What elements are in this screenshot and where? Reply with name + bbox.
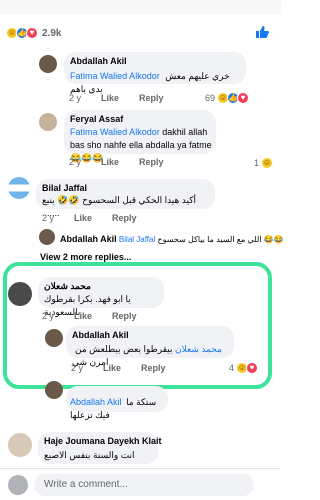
comment-actions: 2 y Like Reply	[69, 93, 184, 103]
avatar	[8, 475, 28, 495]
like-button[interactable]: Like	[74, 311, 92, 321]
reaction-count: 2.9k	[42, 27, 62, 39]
reply-button[interactable]: Reply	[139, 93, 164, 103]
top-bar: ☺ 👍 ♥ 2.9k	[0, 0, 281, 48]
like-button[interactable]: Like	[101, 157, 119, 167]
mention-link[interactable]: Fatima Walied Alkodor	[70, 71, 160, 81]
author-name[interactable]: Abdallah Akil	[70, 56, 127, 66]
comment-text: انت والسنة بنفس الاصبع	[44, 450, 135, 460]
comment-text-body: اللي مع السيد ما بياكل سحسوح 😂😂	[157, 235, 284, 244]
comment-bubble: Abdallah Akil محمد شعلان بيقرطوا بعض بيط…	[66, 326, 234, 367]
avatar[interactable]	[39, 55, 57, 73]
mention-link[interactable]: Fatima Walied Alkodor	[70, 127, 160, 137]
comment-bubble: Feryal Assaf Fatima Walied Alkodor dakhi…	[64, 110, 216, 163]
comment-input[interactable]: Write a comment...	[34, 474, 254, 496]
author-name[interactable]: Bilal Jaffal	[42, 183, 87, 193]
comment-reaction-count[interactable]: 69 ☺ 👍 ♥	[205, 92, 250, 104]
author-name[interactable]: Feryal Assaf	[70, 114, 123, 124]
reaction-count: 69	[205, 93, 216, 103]
like-icon[interactable]	[255, 26, 269, 38]
comment-time: 2 y	[42, 311, 55, 321]
author-name[interactable]: محمد شعلان	[44, 281, 91, 292]
like-button[interactable]: Like	[74, 213, 92, 223]
mention-link[interactable]: Abdallah Akil	[70, 397, 122, 407]
haha-emoji-icon: ☺	[261, 157, 274, 169]
reply-button[interactable]: Reply	[141, 363, 166, 373]
reply-button[interactable]: Reply	[139, 157, 164, 167]
avatar[interactable]	[39, 113, 57, 131]
avatar[interactable]	[8, 282, 32, 306]
avatar[interactable]	[39, 229, 55, 245]
comment-reaction-count[interactable]: 1 ☺	[254, 157, 274, 169]
comment-time: 2 y	[42, 213, 55, 223]
reaction-count: 1	[254, 158, 260, 168]
avatar[interactable]	[8, 177, 30, 199]
comment-bubble: Bilal Jaffal أكيد هيدا الحكي قبل السحسوح…	[36, 179, 215, 218]
reaction-count: 4	[229, 363, 235, 373]
avatar[interactable]	[45, 381, 63, 399]
comment-actions: 2 y Like Reply	[42, 311, 157, 321]
love-emoji-icon: ♥	[26, 27, 38, 39]
comment-composer: Write a comment...	[0, 468, 281, 500]
author-name[interactable]: Abdallah Akil	[60, 234, 117, 244]
comment-bubble: Abdallah Akil ستكة ما فيك تزعلها	[66, 386, 168, 420]
avatar[interactable]	[45, 329, 63, 347]
mention-link[interactable]: Bilal Jaffal	[119, 235, 155, 244]
comment-time: 2 y	[69, 157, 82, 167]
like-button[interactable]: Like	[103, 363, 121, 373]
comment-time: 2 y	[71, 363, 84, 373]
reply-button[interactable]: Reply	[112, 213, 137, 223]
love-emoji-icon: ♥	[237, 92, 250, 104]
reply-button[interactable]: Reply	[112, 311, 137, 321]
comment-bubble: Haje Joumana Dayekh Klait انت والسنة بنف…	[38, 432, 162, 464]
reply-preview[interactable]: Abdallah Akil Bilal Jaffal اللي مع السيد…	[60, 233, 284, 246]
comment-reaction-count[interactable]: 4 ☺ ♥	[229, 362, 259, 374]
author-name[interactable]: Haje Joumana Dayekh Klait	[44, 436, 162, 446]
mention-link[interactable]: محمد شعلان	[175, 344, 222, 354]
comment-time: 2 y	[69, 93, 82, 103]
comment-actions: 2 y Like Reply	[42, 213, 157, 223]
like-button[interactable]: Like	[101, 93, 119, 103]
view-more-replies-link[interactable]: View 2 more replies...	[40, 252, 131, 262]
post-reactions[interactable]: ☺ 👍 ♥ 2.9k	[6, 26, 61, 40]
author-name[interactable]: Abdallah Akil	[72, 330, 129, 340]
comment-bubble: Abdallah Akil Fatima Walied Alkodor خري …	[64, 52, 246, 94]
comment-actions: 2 y Like Reply	[69, 157, 184, 167]
love-emoji-icon: ♥	[246, 362, 259, 374]
comment-actions: 2 y Like Reply	[71, 363, 186, 373]
status-bar	[0, 0, 281, 14]
avatar[interactable]	[8, 433, 32, 457]
comment-text: Abdallah Akil ستكة ما فيك تزعلها	[70, 396, 168, 422]
comment-bubble: محمد شعلان يا ابو فهد. بكرا بقرطوك بالسع…	[38, 277, 164, 317]
